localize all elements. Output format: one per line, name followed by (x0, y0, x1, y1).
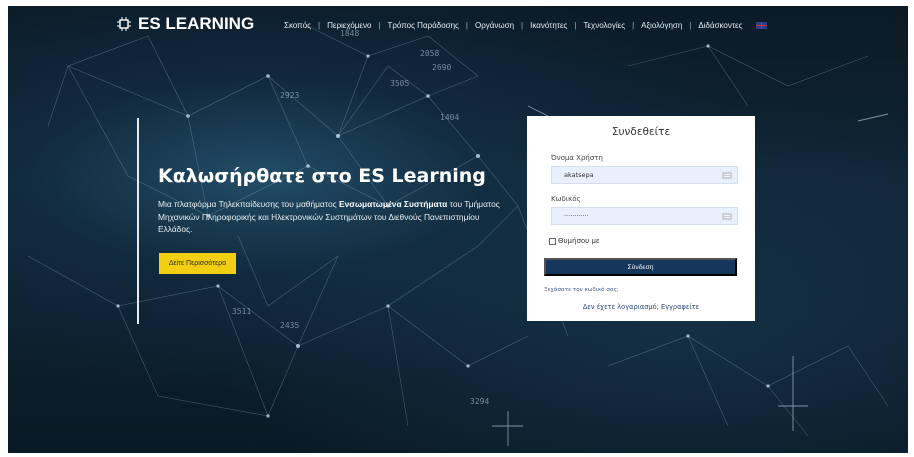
bg-number: 2435 (280, 321, 299, 330)
login-button[interactable]: Σύνδεση (544, 258, 737, 276)
hero-background: 1848 2058 2690 3505 2923 1404 3511 2435 … (8, 6, 908, 453)
bg-number: 1848 (340, 29, 359, 38)
bg-number: 2923 (280, 91, 299, 100)
keyboard-icon (722, 171, 732, 179)
login-card: Συνδεθείτε Όνομα Χρήστη akatsepa Κωδικός… (527, 116, 755, 321)
password-input[interactable]: ············ (551, 207, 738, 225)
login-title: Συνδεθείτε (611, 126, 671, 138)
see-more-button[interactable]: Δείτε Περισσότερα (159, 253, 236, 274)
remember-checkbox[interactable] (549, 237, 556, 245)
bg-number: 3511 (232, 307, 251, 316)
bg-number: 3294 (470, 397, 489, 406)
bg-number: 2690 (432, 63, 451, 72)
course-name: Ενσωματωμένα Συστήματα (338, 199, 448, 209)
bg-number: 2058 (420, 49, 439, 58)
main-nav: Σκοπός | Περιεχόμενο | Τρόπος Παράδοσης | Ο… (278, 21, 768, 30)
username-input[interactable]: akatsepa (551, 166, 738, 184)
nav-item-skills[interactable]: Ικανότητες (524, 21, 573, 30)
signup-link[interactable]: Δεν έχετε λογαριασμό; Εγγραφείτε (527, 303, 755, 311)
remember-me[interactable]: Θυμήσου με (549, 237, 600, 245)
bg-number: 3505 (390, 79, 409, 88)
remember-label: Θυμήσου με (558, 237, 600, 245)
hero-divider (137, 118, 139, 324)
bg-number: 1404 (440, 113, 459, 122)
nav-item-evaluation[interactable]: Αξιολόγηση (635, 21, 688, 30)
uk-flag-icon[interactable] (756, 22, 768, 29)
keyboard-icon (722, 212, 732, 220)
hero-title: Καλωσήρθατε στο ES Learning (158, 165, 486, 187)
site-logo[interactable]: ES LEARNING (116, 14, 254, 34)
hero-description: Μια πλατφόρμα Τηλεκπαίδευσης του μαθήματ… (158, 199, 500, 234)
nav-item-instructors[interactable]: Διδάσκοντες (692, 21, 748, 30)
nav-item-delivery[interactable]: Τρόπος Παράδοσης (381, 21, 464, 30)
password-value: ············ (564, 212, 589, 220)
nav-item-technologies[interactable]: Τεχνολογίες (577, 21, 631, 30)
username-value: akatsepa (564, 171, 594, 179)
logo-text: ES LEARNING (138, 14, 255, 33)
nav-item-organization[interactable]: Οργάνωση (469, 21, 520, 30)
password-label: Κωδικός (551, 195, 581, 203)
nav-item-purpose[interactable]: Σκοπός (278, 21, 317, 30)
forgot-password-link[interactable]: Ξεχάσατε τον κωδικό σας; (544, 287, 619, 293)
chip-icon (116, 16, 132, 32)
nav-item-content[interactable]: Περιεχόμενο (321, 21, 377, 30)
username-label: Όνομα Χρήστη (551, 154, 603, 162)
